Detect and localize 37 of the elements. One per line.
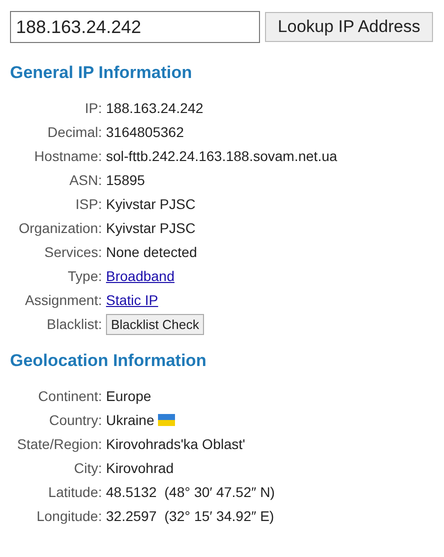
- field-value: 48.5132 (48° 30′ 47.52″ N): [106, 484, 275, 500]
- ip-address-field[interactable]: 188.163.24.242: [10, 11, 260, 43]
- section-heading: Geolocation Information: [10, 351, 208, 371]
- value-link[interactable]: Broadband: [106, 268, 175, 284]
- field-value: Kyivstar PJSC: [106, 220, 196, 236]
- lookup-button[interactable]: Lookup IP Address: [265, 12, 433, 42]
- flag-icon: [158, 414, 176, 426]
- field-value: Ukraine: [106, 412, 154, 428]
- field-label: Longitude:: [36, 508, 102, 524]
- field-value: Europe: [106, 388, 152, 404]
- field-label: Latitude:: [47, 484, 102, 500]
- field-label: Type:: [66, 268, 102, 284]
- field-label: Hostname:: [33, 148, 102, 164]
- field-value: None detected: [106, 244, 198, 260]
- field-label: Country:: [48, 412, 102, 428]
- field-value: Kirovohrad: [106, 460, 174, 476]
- field-value: 3164805362: [106, 124, 184, 140]
- field-value: 188.163.24.242: [106, 100, 204, 116]
- field-label: Blacklist:: [46, 316, 102, 332]
- field-label: State/Region:: [16, 436, 102, 452]
- field-label: Continent:: [37, 388, 102, 404]
- field-label: ASN:: [68, 172, 102, 188]
- field-value: Kyivstar PJSC: [106, 196, 196, 212]
- field-label: ISP:: [74, 196, 102, 212]
- value-link[interactable]: Static IP: [106, 292, 158, 308]
- field-label: City:: [73, 460, 102, 476]
- field-label: Services:: [43, 244, 102, 260]
- field-value: 32.2597 (32° 15′ 34.92″ E): [106, 508, 274, 524]
- field-label: Organization:: [18, 220, 102, 236]
- field-value: sol-fttb.242.24.163.188.sovam.net.ua: [106, 148, 338, 164]
- field-label: Assignment:: [24, 292, 102, 308]
- field-value: Kirovohrads'ka Oblast': [106, 436, 246, 452]
- field-label: Decimal:: [46, 124, 102, 140]
- blacklist-check-button[interactable]: Blacklist Check: [106, 314, 204, 334]
- field-label: IP:: [84, 100, 102, 116]
- field-value: 15895: [106, 172, 145, 188]
- section-heading: General IP Information: [10, 63, 194, 83]
